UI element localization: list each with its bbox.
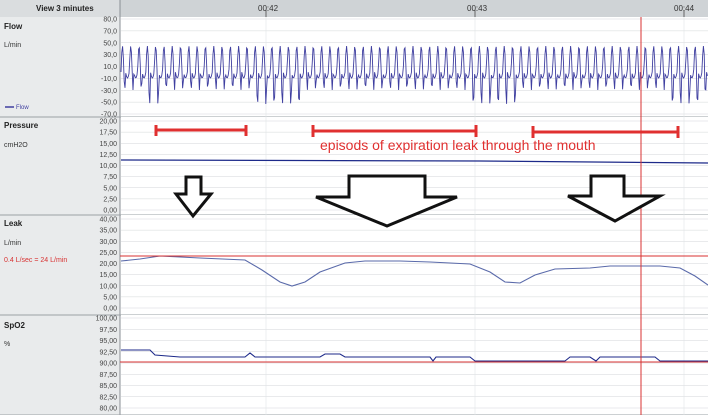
screen: View 3 minutes 00:42 00:43 00:44 Flow L/m…: [0, 0, 708, 416]
tick-label: 50,0: [103, 40, 117, 47]
tick-label: 95,00: [99, 338, 117, 345]
panel-spo2-plot: [121, 315, 708, 415]
tick-label: 15,00: [99, 272, 117, 279]
tick-label: 87,50: [99, 372, 117, 379]
panel-flow-title: Flow: [4, 22, 23, 31]
tick-label: -30,0: [101, 88, 117, 95]
tick-label: 30,00: [99, 239, 117, 246]
tick-label: 80,00: [99, 406, 117, 413]
tick-label: 100,00: [96, 316, 118, 323]
tick-label: 30,0: [103, 52, 117, 59]
panel-flow-unit: L/min: [4, 42, 21, 49]
tick-label: 10,0: [103, 64, 117, 71]
tick-label: 5,00: [103, 294, 117, 301]
tick-label: 0,00: [103, 306, 117, 313]
polysomnography-viewer: View 3 minutes 00:42 00:43 00:44 Flow L/m…: [0, 0, 708, 416]
time-label: 00:44: [674, 4, 695, 13]
panel-spo2-title: SpO2: [4, 321, 25, 330]
panel-leak-unit: L/min: [4, 240, 21, 247]
flow-legend-label: Flow: [16, 105, 29, 111]
leak-note: 0.4 L/sec = 24 L/min: [4, 257, 67, 264]
tick-label: 20,00: [99, 119, 117, 126]
tick-label: 25,00: [99, 250, 117, 257]
time-label: 00:43: [467, 4, 488, 13]
tick-label: -70,0: [101, 112, 117, 119]
annotation-text: episods of expiration leak through the m…: [320, 137, 596, 153]
panel-pressure-unit: cmH2O: [4, 142, 28, 149]
tick-label: 70,0: [103, 28, 117, 35]
tick-label: 12,50: [99, 152, 117, 159]
tick-label: 40,00: [99, 217, 117, 224]
tick-label: 85,00: [99, 383, 117, 390]
tick-label: -10,0: [101, 76, 117, 83]
panel-pressure-title: Pressure: [4, 121, 39, 130]
panel-leak-title: Leak: [4, 219, 23, 228]
time-label: 00:42: [258, 4, 279, 13]
tick-label: 10,00: [99, 283, 117, 290]
tick-label: 2,50: [103, 196, 117, 203]
tick-label: 0,00: [103, 208, 117, 215]
tick-label: 15,00: [99, 141, 117, 148]
panel-spo2-unit: %: [4, 341, 10, 348]
tick-label: 97,50: [99, 327, 117, 334]
tick-label: 82,50: [99, 394, 117, 401]
tick-label: 80,0: [103, 17, 117, 24]
tick-label: -50,0: [101, 100, 117, 107]
tick-label: 10,00: [99, 163, 117, 170]
view-title: View 3 minutes: [36, 4, 94, 13]
tick-label: 7,50: [103, 174, 117, 181]
tick-label: 17,50: [99, 130, 117, 137]
tick-label: 5,00: [103, 185, 117, 192]
tick-label: 92,50: [99, 349, 117, 356]
tick-label: 35,00: [99, 228, 117, 235]
tick-label: 90,00: [99, 361, 117, 368]
tick-label: 20,00: [99, 261, 117, 268]
